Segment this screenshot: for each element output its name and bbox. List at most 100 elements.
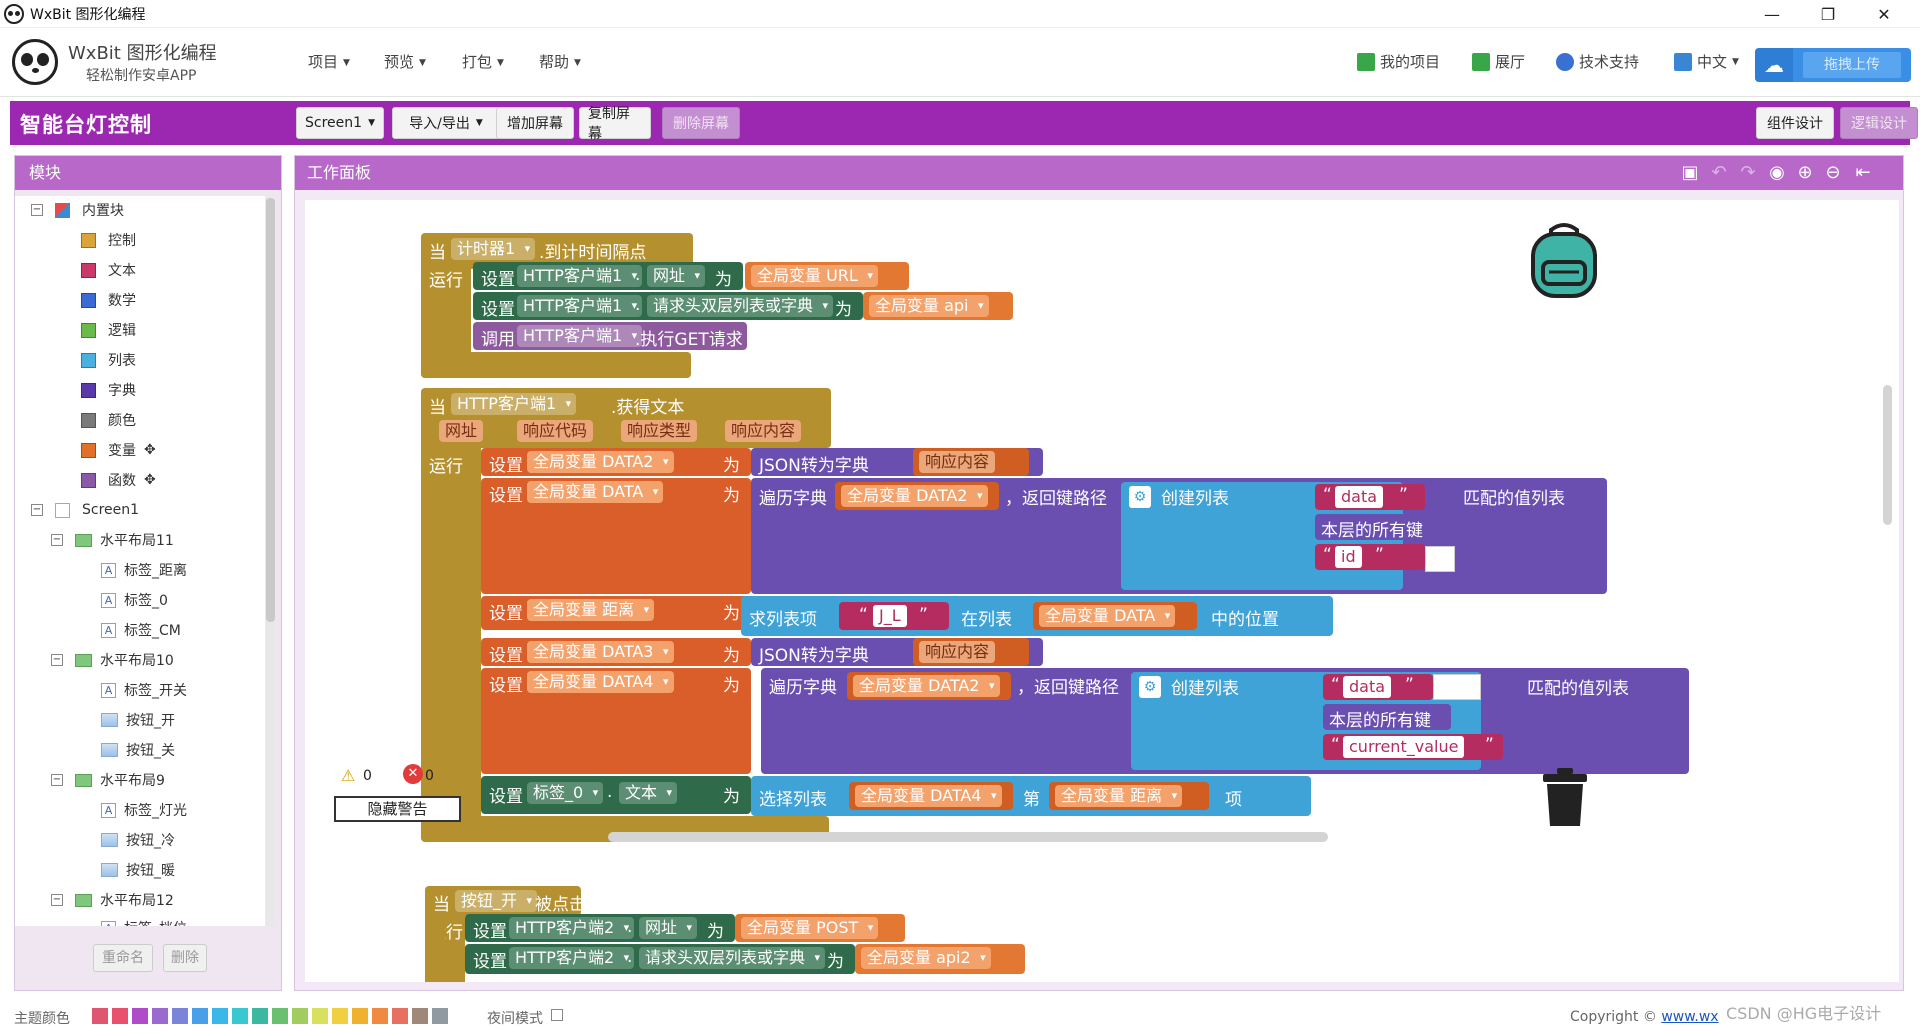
collapse-icon[interactable]: − [31, 204, 43, 216]
component-dropdown[interactable]: HTTP客户端1 [517, 325, 643, 347]
tree-button[interactable]: 按钮_关 [101, 738, 175, 762]
property-dropdown[interactable]: 网址 [647, 265, 706, 287]
component-dropdown[interactable]: 标签_0 [527, 782, 604, 804]
tree-label[interactable]: A 标签_0 [101, 588, 168, 612]
gear-icon[interactable]: ✥ [144, 442, 156, 458]
center-icon[interactable]: ◉ [1765, 161, 1789, 185]
save-icon[interactable]: ▣ [1678, 161, 1702, 185]
theme-swatch[interactable] [192, 1008, 208, 1024]
theme-swatch[interactable] [172, 1008, 188, 1024]
theme-swatch[interactable] [392, 1008, 408, 1024]
category-math[interactable]: 数学 [81, 288, 136, 312]
theme-swatch[interactable] [112, 1008, 128, 1024]
copy-screen-button[interactable]: 复制屏幕 [579, 106, 651, 142]
tree-layout[interactable]: − 水平布局12 [51, 888, 174, 912]
gear-icon[interactable]: ⚙ [1129, 486, 1151, 508]
tree-button[interactable]: 按钮_冷 [101, 828, 175, 852]
horizontal-scrollbar[interactable] [608, 832, 1328, 842]
category-control[interactable]: 控制 [81, 228, 136, 252]
copyright-link[interactable]: www.wx [1661, 1009, 1718, 1025]
undo-icon[interactable]: ↶ [1707, 161, 1731, 185]
maximize-button[interactable]: ❐ [1800, 0, 1856, 28]
screen-select[interactable]: Screen1 ▼ [296, 107, 384, 139]
designer-button[interactable]: 组件设计 [1756, 107, 1834, 139]
variable-dropdown[interactable]: 全局变量 DATA4 [527, 671, 674, 693]
minimize-button[interactable]: — [1744, 0, 1800, 28]
param-getter[interactable]: 响应内容 [919, 641, 996, 663]
trash-icon[interactable] [1541, 766, 1589, 828]
param-getter[interactable]: 响应内容 [919, 451, 996, 473]
theme-swatch[interactable] [352, 1008, 368, 1024]
zoom-out-icon[interactable]: ⊖ [1821, 161, 1845, 185]
blocks-canvas[interactable]: 当 计时器1 .到计时间隔点 运行 设置 HTTP客户端1 . 网址 为 全局变… [305, 200, 1899, 982]
tree-layout[interactable]: − 水平布局9 [51, 768, 165, 792]
theme-swatch[interactable] [312, 1008, 328, 1024]
tree-button[interactable]: 按钮_暖 [101, 858, 175, 882]
tree-label[interactable]: A标签_档位 [101, 916, 187, 926]
backpack-icon[interactable] [1525, 220, 1603, 300]
delete-screen-button[interactable]: 删除屏幕 [662, 107, 740, 139]
variable-dropdown[interactable]: 全局变量 DATA2 [527, 451, 674, 473]
delete-button[interactable]: 删除 [163, 944, 207, 972]
event-param[interactable]: 网址 [439, 420, 484, 442]
category-dictionaries[interactable]: 字典 [81, 378, 136, 402]
variable-dropdown[interactable]: 全局变量 DATA3 [527, 641, 674, 663]
theme-swatch[interactable] [92, 1008, 108, 1024]
collapse-icon[interactable]: − [31, 504, 43, 516]
button-component-dropdown[interactable]: 按钮_开 [455, 890, 538, 912]
theme-swatch[interactable] [332, 1008, 348, 1024]
theme-swatch[interactable] [252, 1008, 268, 1024]
category-logic[interactable]: 逻辑 [81, 318, 136, 342]
theme-swatch[interactable] [152, 1008, 168, 1024]
blocks-editor-button[interactable]: 逻辑设计 [1840, 107, 1918, 139]
tree-label[interactable]: A 标签_灯光 [101, 798, 187, 822]
my-projects-link[interactable]: 我的项目 [1357, 51, 1440, 72]
category-variables[interactable]: 变量 ✥ [81, 438, 156, 462]
event-param[interactable]: 响应代码 [517, 420, 594, 442]
zoom-in-icon[interactable]: ⊕ [1793, 161, 1817, 185]
component-dropdown[interactable]: HTTP客户端1 [517, 265, 643, 287]
event-param[interactable]: 响应内容 [725, 420, 802, 442]
theme-swatch[interactable] [212, 1008, 228, 1024]
tree-button[interactable]: 按钮_开 [101, 708, 175, 732]
event-param[interactable]: 响应类型 [621, 420, 698, 442]
redo-icon[interactable]: ↷ [1736, 161, 1760, 185]
menu-help[interactable]: 帮助 ▼ [539, 51, 581, 72]
timer-component-dropdown[interactable]: 计时器1 [451, 238, 536, 260]
menu-package[interactable]: 打包 ▼ [462, 51, 504, 72]
close-button[interactable]: ✕ [1856, 0, 1912, 28]
theme-swatch[interactable] [432, 1008, 448, 1024]
support-link[interactable]: 技术支持 [1556, 51, 1639, 72]
import-export-menu[interactable]: 导入/导出 ▼ [392, 107, 500, 139]
http-component-dropdown[interactable]: HTTP客户端1 [451, 393, 577, 415]
theme-swatch[interactable] [292, 1008, 308, 1024]
rename-button[interactable]: 重命名 [93, 944, 153, 972]
category-text[interactable]: 文本 [81, 258, 136, 282]
add-screen-button[interactable]: 增加屏幕 [496, 107, 574, 139]
tree-layout[interactable]: − 水平布局11 [51, 528, 174, 552]
tree-layout[interactable]: − 水平布局10 [51, 648, 174, 672]
drag-upload-button[interactable]: ☁ 拖拽上传 [1755, 48, 1911, 82]
theme-swatch[interactable] [132, 1008, 148, 1024]
collapse-panel-icon[interactable]: ⇤ [1851, 161, 1875, 185]
component-dropdown[interactable]: HTTP客户端1 [517, 295, 643, 317]
menu-project[interactable]: 项目 ▼ [308, 51, 350, 72]
category-colors[interactable]: 颜色 [81, 408, 136, 432]
property-dropdown[interactable]: 文本 [619, 782, 678, 804]
hide-warnings-button[interactable]: 隐藏警告 [334, 796, 461, 822]
menu-preview[interactable]: 预览 ▼ [384, 51, 426, 72]
category-procedures[interactable]: 函数 ✥ [81, 468, 156, 492]
tree-screen1[interactable]: − Screen1 [31, 498, 139, 522]
theme-swatch[interactable] [232, 1008, 248, 1024]
theme-swatch[interactable] [372, 1008, 388, 1024]
language-select[interactable]: 中文 ▼ [1674, 51, 1739, 72]
tree-label[interactable]: A 标签_CM [101, 618, 181, 642]
variable-dropdown[interactable]: 全局变量 距离 [527, 599, 655, 621]
theme-swatch[interactable] [412, 1008, 428, 1024]
property-dropdown[interactable]: 请求头双层列表或字典 [647, 295, 834, 317]
vertical-scrollbar[interactable] [1883, 385, 1892, 525]
tree-label[interactable]: A 标签_距离 [101, 558, 187, 582]
gear-icon[interactable]: ✥ [144, 472, 156, 488]
theme-swatch[interactable] [272, 1008, 288, 1024]
night-mode-checkbox[interactable] [551, 1009, 563, 1021]
